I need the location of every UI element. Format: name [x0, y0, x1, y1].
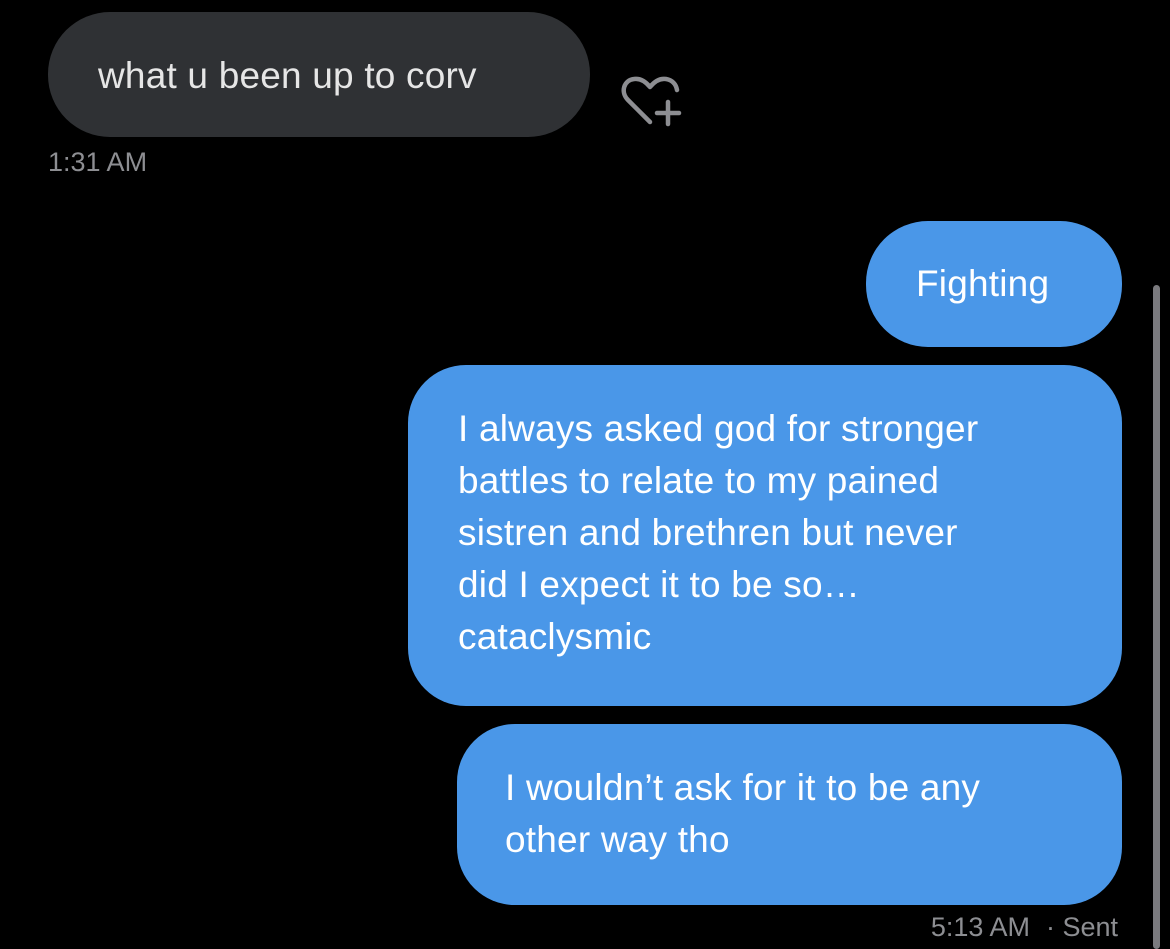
sent-timestamp: 5:13 AM [930, 912, 1030, 942]
message-line: I wouldn’t ask for it to be any [505, 767, 981, 808]
received-timestamp: 1:31 AM [48, 147, 148, 177]
scrollbar[interactable] [1153, 285, 1160, 949]
received-message-text: what u been up to corv [98, 55, 477, 96]
chat-screen: what u been up to corv 1:31 AM Fighting … [0, 0, 1170, 949]
message-line: battles to relate to my pained [458, 460, 940, 501]
message-line: other way tho [505, 819, 730, 860]
sent-message-bubble[interactable]: Fighting [866, 221, 1122, 347]
sent-status-label: · Sent [1045, 912, 1118, 942]
message-line: sistren and brethren but never [458, 512, 958, 553]
sent-status: 5:13 AM · Sent [931, 912, 1118, 943]
message-line: did I expect it to be so… [458, 564, 860, 605]
sent-message-bubble[interactable]: I wouldn’t ask for it to be any other wa… [457, 724, 1122, 905]
received-message-bubble[interactable]: what u been up to corv [48, 12, 590, 137]
message-line: cataclysmic [458, 616, 652, 657]
heart-plus-icon[interactable] [620, 74, 684, 128]
message-line: I always asked god for stronger [458, 408, 979, 449]
message-line: Fighting [916, 263, 1050, 304]
sent-message-bubble[interactable]: I always asked god for stronger battles … [408, 365, 1122, 706]
